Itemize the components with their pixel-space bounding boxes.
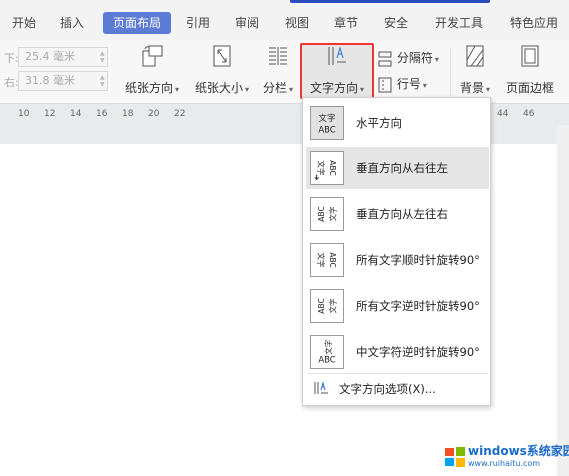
menu-item-label: 垂直方向从右往左 (356, 161, 448, 175)
text-direction-label: 文字方向 (309, 81, 358, 95)
title-accent-bar (290, 0, 490, 3)
svg-text:文字: 文字 (327, 206, 337, 221)
tab-page-layout[interactable]: 页面布局 (103, 12, 171, 34)
menu-item-label: 垂直方向从左往右 (356, 207, 448, 221)
svg-text:ABC: ABC (318, 124, 335, 134)
tab-home[interactable]: 开始 (6, 12, 42, 34)
columns-label: 分栏 (262, 81, 287, 95)
ribbon: 下: 25.4 毫米 ▲ ▼ 右: 31.8 毫米 ▲ ▼ 纸张方向 ▾ 纸张大小 ▾ … (0, 40, 569, 104)
svg-text:文字: 文字 (317, 160, 327, 175)
watermark: windows系统家园 www.ruihaitu.com (440, 440, 569, 474)
ruler-number: 46 (523, 109, 535, 119)
text-direction-menu: 文字 ABC 水平方向 ABC 文字 垂直方向从右往左 ABC 文字 垂直方向从左往右… (302, 97, 491, 406)
page-border-icon (521, 45, 539, 67)
menu-item-label: 所有文字逆时针旋转90° (356, 299, 480, 313)
paper-size-icon (213, 45, 231, 67)
background-label: 背景 (459, 81, 484, 95)
vertical-rtl-icon: ABC文字 (310, 151, 344, 185)
separator-label: 分隔符 (396, 51, 433, 65)
margin-right-value[interactable]: 31.8 毫米 (18, 71, 108, 91)
menu-bar: 开始 插入 页面布局 引用 审阅 视图 章节 安全 开发工具 特色应用 (0, 0, 569, 40)
spinner-icon[interactable]: ▲ ▼ (100, 50, 108, 64)
menu-item-label: 中文字符逆时针旋转90° (356, 345, 480, 359)
tab-references[interactable]: 引用 (180, 12, 216, 34)
ruler-number: 12 (44, 109, 56, 119)
tab-view[interactable]: 视图 (279, 12, 315, 34)
rotate-cw-icon: ABC文字 (310, 243, 344, 277)
margin-bottom-field[interactable]: 下: 25.4 毫米 ▲ ▼ (0, 47, 112, 67)
menu-item-label: 水平方向 (356, 116, 402, 130)
menu-item-horizontal[interactable]: 文字 ABC 水平方向 (306, 102, 489, 144)
tab-chapter[interactable]: 章节 (328, 12, 364, 34)
spinner-icon[interactable]: ▲ ▼ (100, 74, 108, 88)
menu-item-cjk-rotate-ccw[interactable]: 文字 ABC 中文字符逆时针旋转90° (306, 331, 489, 373)
ruler-number: 18 (122, 109, 134, 119)
background-button[interactable]: 背景 ▾ (455, 44, 495, 100)
text-direction-button[interactable]: 文字方向 ▾ (302, 44, 372, 100)
svg-text:文字: 文字 (317, 252, 327, 267)
tab-review[interactable]: 审阅 (229, 12, 265, 34)
separator-button[interactable]: 分隔符 ▾ (377, 48, 439, 68)
page-border-label: 页面边框 (505, 81, 554, 95)
svg-text:ABC: ABC (328, 252, 337, 267)
text-direction-icon (328, 46, 346, 65)
menu-item-label: 所有文字顺时针旋转90° (356, 253, 480, 267)
menu-item-options[interactable]: 文字方向选项(X)... (309, 378, 489, 400)
margin-right-field[interactable]: 右: 31.8 毫米 ▲ ▼ (0, 71, 112, 91)
ruler-number: 22 (174, 109, 186, 119)
vertical-scrollbar[interactable] (557, 125, 569, 476)
ruler-number: 14 (70, 109, 82, 119)
svg-text:ABC: ABC (317, 298, 326, 313)
paper-size-label: 纸张大小 (194, 81, 243, 95)
line-numbers-button[interactable]: 行号 ▾ (377, 74, 427, 94)
svg-text:ABC: ABC (317, 206, 326, 221)
orientation-icon (142, 45, 163, 67)
rotate-ccw-icon: ABC 文字 (310, 289, 344, 323)
horizontal-text-icon: 文字ABC (310, 106, 344, 140)
vertical-ltr-icon: ABC 文字 (310, 197, 344, 231)
ruler-number: 16 (96, 109, 108, 119)
tab-special[interactable]: 特色应用 (503, 12, 565, 34)
text-direction-options-icon (314, 381, 328, 394)
watermark-url: www.ruihaitu.com (468, 459, 541, 468)
ruler-number: 10 (18, 109, 30, 119)
separator-icon (378, 51, 392, 66)
line-numbers-icon (378, 77, 392, 92)
menu-item-rotate-cw[interactable]: ABC 文字 所有文字顺时针旋转90° (306, 239, 489, 281)
margin-bottom-value[interactable]: 25.4 毫米 (18, 47, 108, 67)
tab-developer[interactable]: 开发工具 (428, 12, 490, 34)
svg-text:文字: 文字 (323, 340, 333, 355)
columns-icon (269, 47, 287, 65)
svg-text:文字: 文字 (327, 298, 337, 313)
margin-bottom-label: 下: (4, 52, 19, 65)
svg-text:文字: 文字 (319, 113, 336, 123)
orientation-label: 纸张方向 (124, 81, 173, 95)
menu-divider (307, 373, 488, 374)
line-numbers-label: 行号 (396, 77, 421, 91)
ruler-number: 44 (497, 109, 509, 119)
menu-item-vertical-ltr[interactable]: ABC 文字 垂直方向从左往右 (306, 193, 489, 235)
windows-logo-icon (445, 447, 465, 467)
tab-insert[interactable]: 插入 (54, 12, 90, 34)
menu-item-label: 文字方向选项(X)... (339, 382, 436, 396)
watermark-title: windows系统家园 (468, 444, 569, 458)
cjk-rotate-ccw-icon: 文字ABC (310, 335, 344, 369)
menu-item-vertical-rtl[interactable]: ABC 文字 垂直方向从右往左 (306, 147, 489, 189)
svg-text:ABC: ABC (318, 354, 335, 364)
margin-right-label: 右: (4, 76, 19, 89)
background-icon (466, 45, 484, 67)
ruler-number: 20 (148, 109, 160, 119)
columns-button[interactable]: 分栏 ▾ (259, 44, 297, 100)
svg-text:ABC: ABC (328, 160, 337, 175)
page-border-button[interactable]: 页面边框 (503, 44, 557, 100)
orientation-button[interactable]: 纸张方向 ▾ (120, 44, 184, 100)
tab-security[interactable]: 安全 (378, 12, 414, 34)
ribbon-divider (450, 48, 451, 96)
paper-size-button[interactable]: 纸张大小 ▾ (190, 44, 254, 100)
menu-item-rotate-ccw[interactable]: ABC 文字 所有文字逆时针旋转90° (306, 285, 489, 327)
